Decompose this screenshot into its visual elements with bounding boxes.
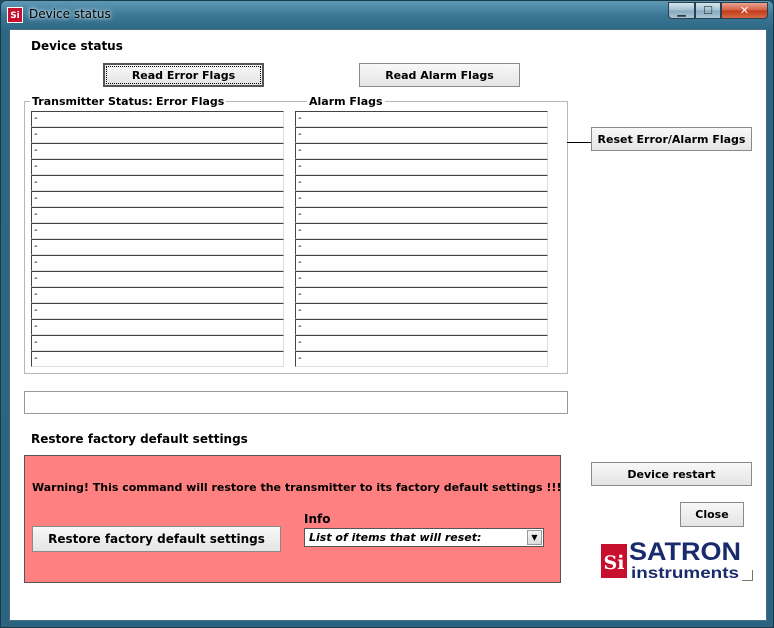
alarm-flags-label: Alarm Flags: [307, 95, 385, 108]
minimize-button[interactable]: ▁: [668, 2, 695, 19]
title-bar[interactable]: Si Device status ▁ ☐ ✕: [1, 1, 773, 28]
alarm-flag-row: -: [295, 207, 548, 223]
factory-reset-panel: Warning! This command will restore the t…: [24, 455, 561, 583]
window-title: Device status: [29, 7, 111, 21]
alarm-flag-row: -: [295, 159, 548, 175]
alarm-flag-row: -: [295, 111, 548, 127]
read-error-flags-button[interactable]: Read Error Flags: [103, 63, 264, 87]
alarm-flag-row: -: [295, 287, 548, 303]
alarm-flag-row: -: [295, 319, 548, 335]
alarm-flag-row: -: [295, 255, 548, 271]
resize-grip[interactable]: [742, 570, 753, 581]
app-logo-icon: Si: [7, 7, 23, 23]
error-flags-label: Error Flags: [154, 95, 227, 108]
satron-logo: Si SATRON instruments: [601, 538, 741, 582]
device-status-heading: Device status: [31, 39, 123, 53]
error-flag-row: -: [31, 143, 284, 159]
error-flag-row: -: [31, 223, 284, 239]
restore-heading: Restore factory default settings: [31, 432, 248, 446]
satron-logo-graphic: Si SATRON instruments: [601, 538, 741, 582]
restore-factory-defaults-button[interactable]: Restore factory default settings: [32, 526, 281, 552]
info-label: Info: [304, 512, 331, 526]
device-status-window: Si Device status ▁ ☐ ✕ Device status Rea…: [0, 0, 774, 628]
error-flag-row: -: [31, 175, 284, 191]
alarm-flag-row: -: [295, 303, 548, 319]
error-flag-row: -: [31, 191, 284, 207]
alarm-flag-row: -: [295, 223, 548, 239]
logo-brand-text: SATRON: [629, 538, 741, 566]
error-flag-row: -: [31, 319, 284, 335]
error-flag-row: -: [31, 111, 284, 127]
read-alarm-flags-button[interactable]: Read Alarm Flags: [359, 63, 520, 87]
reset-error-alarm-flags-button[interactable]: Reset Error/Alarm Flags: [591, 127, 752, 151]
close-window-button[interactable]: ✕: [721, 2, 768, 19]
device-restart-button[interactable]: Device restart: [591, 462, 752, 486]
reset-items-dropdown[interactable]: List of items that will reset: ▼: [304, 528, 544, 547]
error-flag-row: -: [31, 271, 284, 287]
error-flag-row: -: [31, 255, 284, 271]
error-flag-row: -: [31, 351, 284, 367]
error-flag-row: -: [31, 303, 284, 319]
maximize-button[interactable]: ☐: [695, 2, 721, 19]
client-area: Device status Read Error Flags Read Alar…: [9, 29, 767, 621]
alarm-flag-row: -: [295, 127, 548, 143]
error-flag-row: -: [31, 287, 284, 303]
error-flag-row: -: [31, 335, 284, 351]
reset-connector-line: [567, 142, 593, 143]
transmitter-status-label: Transmitter Status:: [30, 95, 155, 108]
alarm-flag-row: -: [295, 175, 548, 191]
alarm-flag-row: -: [295, 239, 548, 255]
logo-sub-text: instruments: [631, 565, 739, 582]
error-flag-row: -: [31, 159, 284, 175]
status-message-box: [24, 391, 568, 414]
alarm-flag-row: -: [295, 351, 548, 367]
reset-items-selected: List of items that will reset:: [309, 531, 482, 544]
alarm-flag-row: -: [295, 143, 548, 159]
error-flag-row: -: [31, 207, 284, 223]
alarm-flag-row: -: [295, 191, 548, 207]
close-button[interactable]: Close: [680, 502, 744, 527]
error-flag-row: -: [31, 127, 284, 143]
error-flag-row: -: [31, 239, 284, 255]
error-flags-list: ----------------: [31, 111, 284, 367]
factory-reset-warning: Warning! This command will restore the t…: [32, 481, 562, 494]
alarm-flag-row: -: [295, 271, 548, 287]
logo-mark-text: Si: [604, 552, 625, 574]
alarm-flags-list: ----------------: [295, 111, 548, 367]
alarm-flag-row: -: [295, 335, 548, 351]
chevron-down-icon[interactable]: ▼: [527, 530, 542, 545]
